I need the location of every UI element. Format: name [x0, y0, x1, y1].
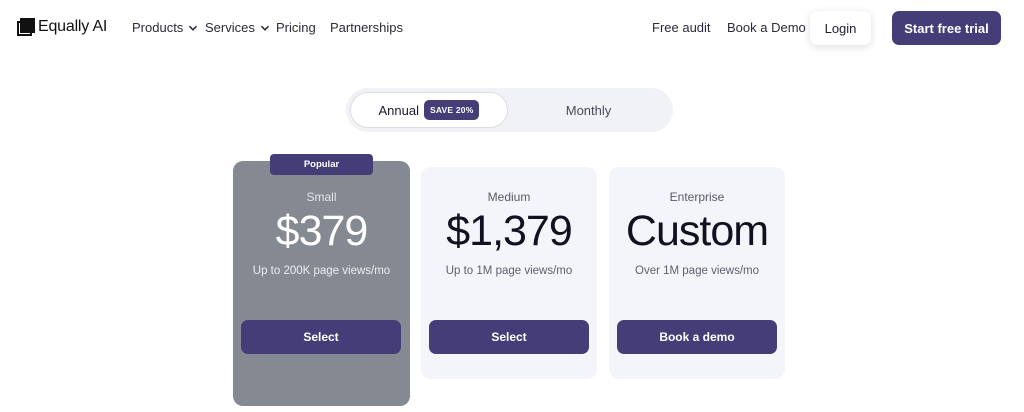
start-free-trial-button[interactable]: Start free trial [892, 11, 1001, 45]
save-badge: SAVE 20% [423, 100, 480, 120]
plan-price: $379 [275, 207, 369, 255]
plan-card-medium: Medium $1,379 Up to 1M page views/mo Sel… [421, 167, 597, 379]
toggle-monthly[interactable]: Monthly [508, 92, 669, 128]
select-small-button[interactable]: Select [241, 320, 401, 354]
nav-services[interactable]: Services [205, 20, 270, 35]
nav-products[interactable]: Products [132, 20, 198, 35]
toggle-annual-label: Annual [378, 102, 419, 118]
login-button[interactable]: Login [810, 11, 871, 45]
select-medium-button[interactable]: Select [429, 320, 589, 354]
logo-icon [17, 18, 35, 36]
top-navigation: Equally AI Products Services Pricing Par… [0, 0, 1024, 56]
plan-card-enterprise: Enterprise Custom Over 1M page views/mo … [609, 167, 785, 379]
plan-price: Custom [625, 207, 769, 255]
book-demo-button[interactable]: Book a demo [617, 320, 777, 354]
nav-book-demo[interactable]: Book a Demo [727, 20, 806, 35]
plan-subtitle: Up to 200K page views/mo [252, 265, 391, 277]
popular-badge: Popular [270, 154, 373, 175]
plan-name: Enterprise [669, 190, 725, 204]
chevron-down-icon [189, 25, 198, 31]
plan-subtitle: Over 1M page views/mo [635, 265, 759, 277]
nav-pricing[interactable]: Pricing [276, 20, 316, 35]
billing-period-toggle: Annual SAVE 20% Monthly [346, 88, 673, 132]
toggle-annual[interactable]: Annual SAVE 20% [350, 92, 508, 128]
nav-free-audit[interactable]: Free audit [652, 20, 711, 35]
plan-card-small: Small $379 Up to 200K page views/mo Sele… [233, 161, 410, 406]
chevron-down-icon [260, 25, 269, 31]
logo[interactable]: Equally AI [17, 18, 107, 36]
nav-partnerships[interactable]: Partnerships [330, 20, 403, 35]
plan-name: Medium [487, 190, 531, 204]
nav-products-label: Products [132, 20, 184, 35]
plan-subtitle: Up to 1M page views/mo [445, 265, 573, 277]
nav-services-label: Services [205, 20, 255, 35]
plan-name: Small [306, 190, 337, 204]
plan-price: $1,379 [446, 207, 573, 255]
logo-text: Equally AI [38, 18, 108, 35]
